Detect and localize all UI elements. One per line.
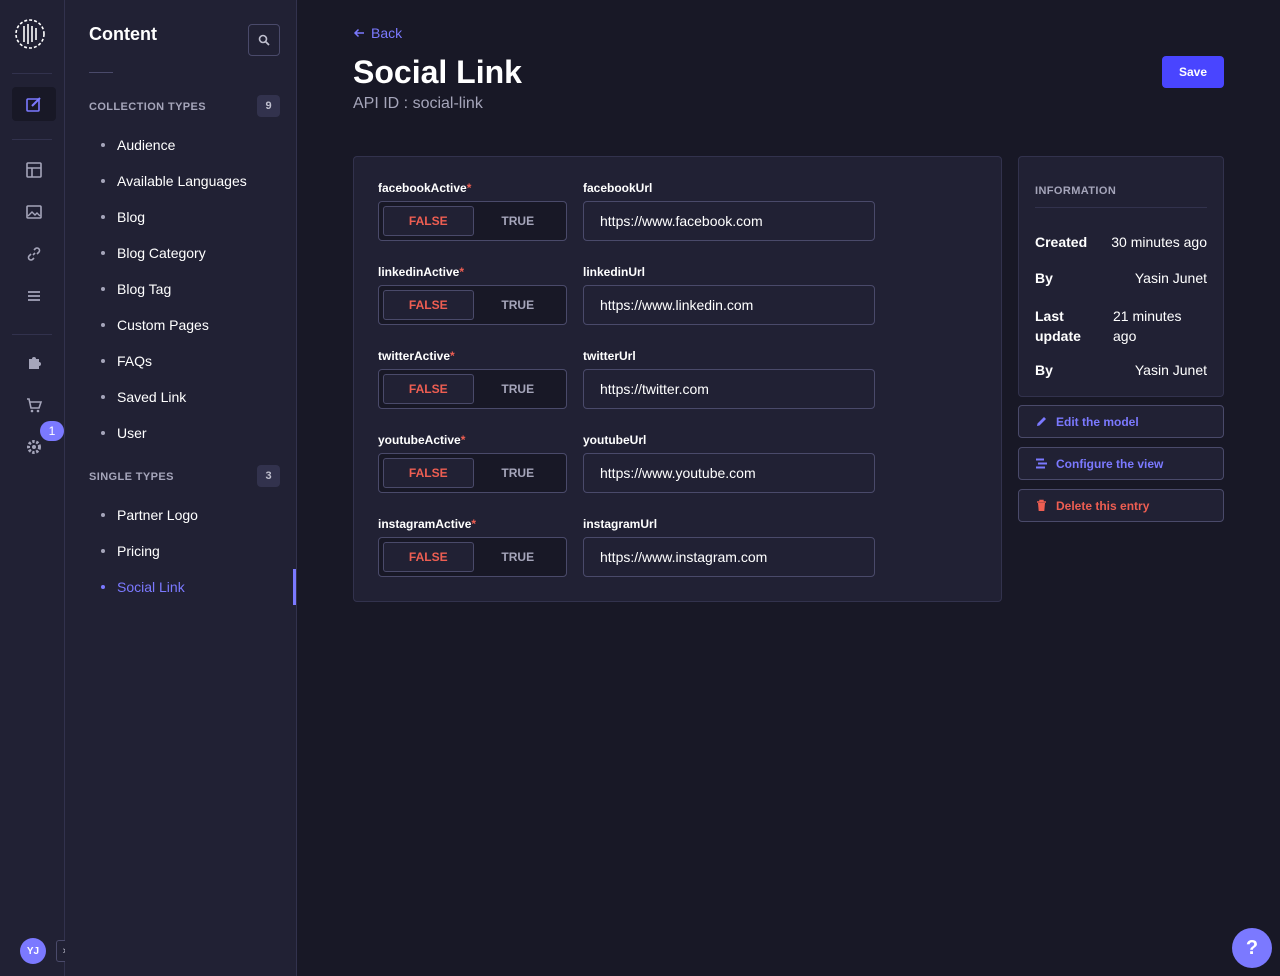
instagram-url-label: instagramUrl (583, 517, 658, 531)
created-by-value: Yasin Junet (1134, 270, 1207, 286)
collection-types-count: 9 (257, 95, 280, 117)
toggle-true-option[interactable]: TRUE (474, 206, 563, 236)
user-avatar[interactable]: YJ (20, 938, 46, 964)
api-id-label: API ID : social-link (353, 95, 483, 112)
instagram-url-input[interactable] (583, 537, 875, 577)
sidebar-item-pricing[interactable]: Pricing (101, 533, 198, 569)
sidebar-item-partner-logo[interactable]: Partner Logo (101, 497, 198, 533)
linkedin-active-label: linkedinActive* (378, 265, 465, 279)
toggle-true-option[interactable]: TRUE (474, 290, 563, 320)
rail-divider (12, 334, 52, 335)
marketplace-cart-icon[interactable] (12, 388, 56, 422)
facebook-url-input[interactable] (583, 201, 875, 241)
linkedin-url-input[interactable] (583, 285, 875, 325)
twitter-url-label: twitterUrl (583, 349, 636, 363)
active-item-indicator (293, 569, 296, 605)
sidebar-item-audience[interactable]: Audience (101, 127, 247, 163)
link-icon[interactable] (12, 237, 56, 271)
trash-icon (1037, 499, 1046, 511)
updated-by-value: Yasin Junet (1134, 362, 1207, 378)
sidebar-item-user[interactable]: User (101, 415, 247, 451)
main-nav-rail: 1 YJ › (0, 0, 73, 976)
last-update-label: Last update (1035, 308, 1081, 344)
collection-types-list: Audience Available Languages Blog Blog C… (101, 127, 247, 451)
toggle-false-option[interactable]: FALSE (383, 290, 474, 320)
facebook-url-label: facebookUrl (583, 181, 653, 195)
sidebar-item-custom-pages[interactable]: Custom Pages (101, 307, 247, 343)
facebook-active-label: facebookActive* (378, 181, 472, 195)
youtube-active-label: youtubeActive* (378, 433, 466, 447)
youtube-url-input[interactable] (583, 453, 875, 493)
twitter-url-input[interactable] (583, 369, 875, 409)
media-library-icon[interactable] (12, 195, 56, 229)
search-icon (258, 34, 270, 46)
created-row: Created 30 minutes ago (1035, 234, 1207, 254)
back-link[interactable]: Back (353, 25, 402, 41)
linkedin-url-label: linkedinUrl (583, 265, 646, 279)
updated-by-label: By (1035, 362, 1053, 378)
sidebar-item-blog-tag[interactable]: Blog Tag (101, 271, 247, 307)
help-button[interactable]: ? (1232, 928, 1272, 968)
content-sidebar: Content COLLECTION TYPES 9 Audience Avai… (65, 0, 297, 976)
strapi-logo[interactable] (12, 16, 52, 56)
sidebar-title: Content (89, 24, 157, 44)
pencil-icon (1037, 417, 1046, 426)
last-update-row: Last update 21 minutes ago (1035, 306, 1207, 346)
updated-by-row: By Yasin Junet (1035, 362, 1207, 382)
toggle-false-option[interactable]: FALSE (383, 458, 474, 488)
toggle-false-option[interactable]: FALSE (383, 374, 474, 404)
layout-list-icon (1036, 458, 1047, 469)
twitter-active-toggle[interactable]: FALSE TRUE (378, 369, 567, 409)
single-types-list: Partner Logo Pricing Social Link (101, 497, 198, 605)
toggle-false-option[interactable]: FALSE (383, 206, 474, 236)
sidebar-divider (89, 72, 113, 73)
sidebar-item-social-link[interactable]: Social Link (101, 569, 198, 605)
plugins-puzzle-icon[interactable] (12, 346, 56, 380)
created-by-label: By (1035, 270, 1053, 286)
toggle-true-option[interactable]: TRUE (474, 458, 563, 488)
page-title: Social Link (353, 54, 522, 90)
last-update-value: 21 minutes ago (1113, 308, 1182, 344)
content-type-builder-icon[interactable] (12, 153, 56, 187)
information-divider (1035, 207, 1207, 208)
sidebar-item-saved-link[interactable]: Saved Link (101, 379, 247, 415)
configure-view-button[interactable]: Configure the view (1018, 447, 1224, 480)
single-types-count: 3 (257, 465, 280, 487)
sidebar-item-blog[interactable]: Blog (101, 199, 247, 235)
sidebar-item-available-languages[interactable]: Available Languages (101, 163, 247, 199)
instagram-active-label: instagramActive* (378, 517, 477, 531)
created-by-row: By Yasin Junet (1035, 270, 1207, 290)
instagram-active-toggle[interactable]: FALSE TRUE (378, 537, 567, 577)
created-value: 30 minutes ago (1111, 234, 1207, 250)
save-button[interactable]: Save (1162, 56, 1224, 88)
sidebar-item-faqs[interactable]: FAQs (101, 343, 247, 379)
toggle-true-option[interactable]: TRUE (474, 374, 563, 404)
edit-model-button[interactable]: Edit the model (1018, 405, 1224, 438)
information-header: INFORMATION (1035, 185, 1117, 197)
arrow-left-icon (353, 28, 364, 38)
toggle-true-option[interactable]: TRUE (474, 542, 563, 572)
youtube-url-label: youtubeUrl (583, 433, 647, 447)
sidebar-item-blog-category[interactable]: Blog Category (101, 235, 247, 271)
delete-entry-button[interactable]: Delete this entry (1018, 489, 1224, 522)
information-panel: INFORMATION Created 30 minutes ago By Ya… (1018, 156, 1224, 397)
sidebar-search-button[interactable] (248, 24, 280, 56)
content-manager-icon[interactable] (12, 87, 56, 121)
linkedin-active-toggle[interactable]: FALSE TRUE (378, 285, 567, 325)
youtube-active-toggle[interactable]: FALSE TRUE (378, 453, 567, 493)
single-types-header: SINGLE TYPES (89, 471, 174, 483)
rail-divider (12, 139, 52, 140)
toggle-false-option[interactable]: FALSE (383, 542, 474, 572)
twitter-active-label: twitterActive* (378, 349, 455, 363)
entry-form-card: facebookActive* FALSE TRUE facebookUrl l… (353, 156, 1002, 602)
notification-badge: 1 (40, 421, 64, 441)
facebook-active-toggle[interactable]: FALSE TRUE (378, 201, 567, 241)
rail-divider (12, 73, 52, 74)
collection-types-header: COLLECTION TYPES (89, 101, 207, 113)
created-label: Created (1035, 234, 1088, 250)
back-label: Back (371, 25, 403, 41)
menu-list-icon[interactable] (12, 279, 56, 313)
